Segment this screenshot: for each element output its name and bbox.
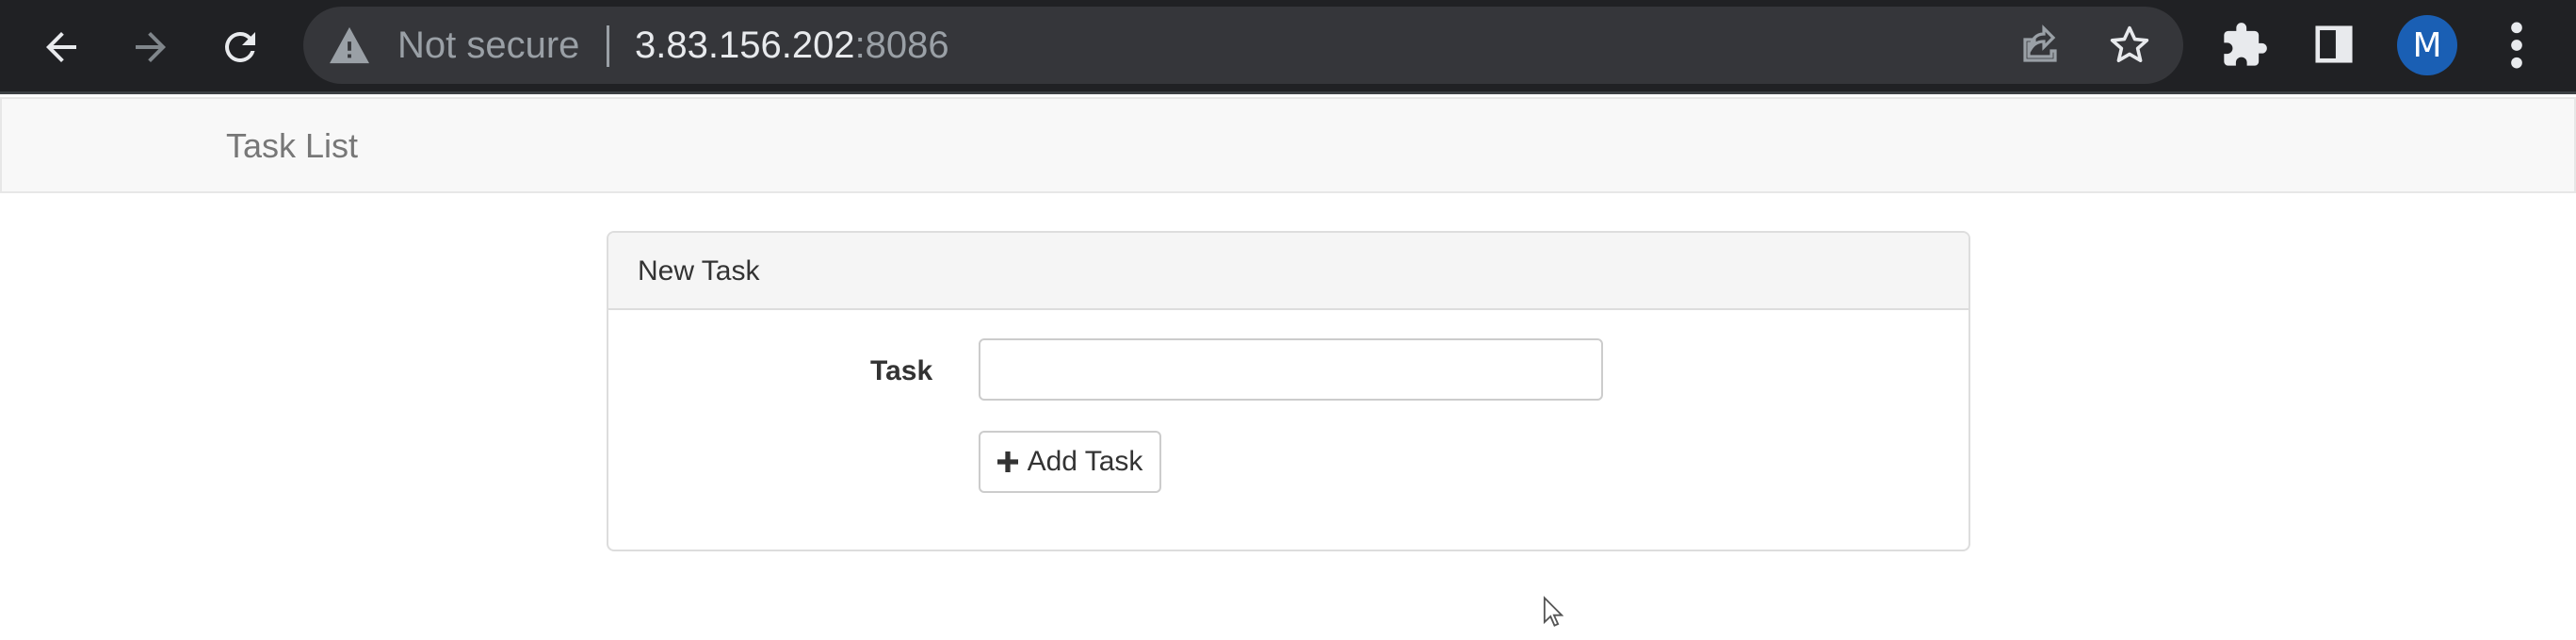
star-icon[interactable] <box>2107 23 2152 68</box>
reload-icon <box>225 32 255 62</box>
add-task-button[interactable]: Add Task <box>979 431 1161 493</box>
url-text[interactable]: 3.83.156.202:8086 <box>635 24 949 67</box>
back-button[interactable] <box>31 17 91 77</box>
url-port: :8086 <box>854 25 949 66</box>
browser-toolbar: Not secure 3.83.156.202:8086 M <box>0 0 2576 94</box>
profile-avatar[interactable]: M <box>2397 15 2457 75</box>
mouse-cursor-icon <box>1543 596 1563 627</box>
extensions-icon[interactable] <box>2220 21 2269 70</box>
reload-button[interactable] <box>210 17 270 77</box>
share-icon[interactable] <box>2017 23 2063 68</box>
forward-icon <box>136 32 166 62</box>
panel-heading: New Task <box>608 233 1968 310</box>
add-task-label: Add Task <box>1027 446 1143 477</box>
new-task-panel: New Task Task Add Task <box>607 231 1970 551</box>
url-host: 3.83.156.202 <box>635 25 855 66</box>
security-status[interactable]: Not secure <box>397 24 579 67</box>
forward-button[interactable] <box>121 17 181 77</box>
address-bar[interactable]: Not secure 3.83.156.202:8086 <box>303 7 2183 84</box>
panel-title: New Task <box>638 255 760 287</box>
separator <box>607 25 609 67</box>
plus-icon <box>996 451 1018 472</box>
side-panel-icon[interactable] <box>2312 23 2356 66</box>
navbar-brand[interactable]: Task List <box>226 125 358 167</box>
task-label: Task <box>870 355 933 386</box>
back-icon <box>46 32 76 62</box>
menu-icon[interactable] <box>2502 19 2532 72</box>
task-input[interactable] <box>979 338 1603 401</box>
warning-icon <box>330 26 369 64</box>
app-navbar: Task List <box>0 97 2576 193</box>
